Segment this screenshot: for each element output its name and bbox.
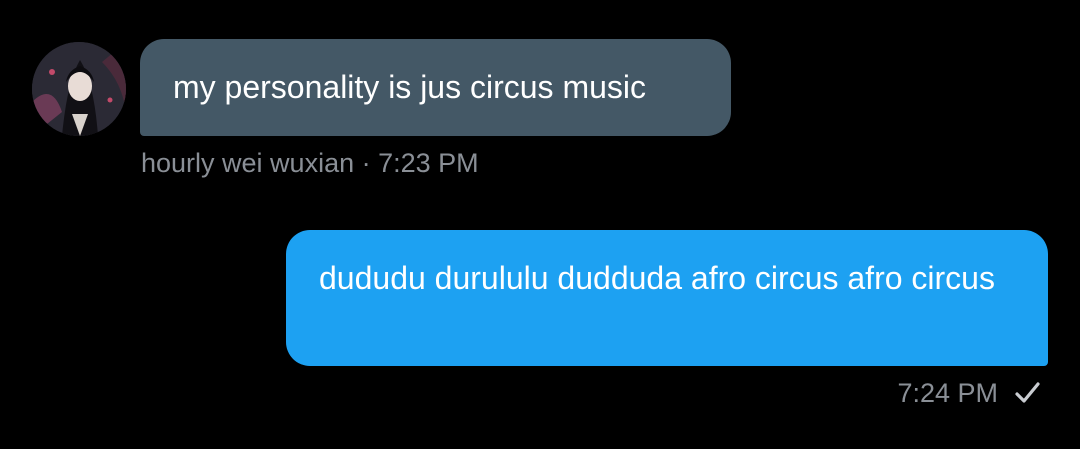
- outgoing-message-meta: 7:24 PM: [897, 376, 1042, 410]
- checkmark-icon: [1012, 378, 1042, 408]
- incoming-message-bubble[interactable]: my personality is jus circus music: [140, 39, 731, 136]
- incoming-message-text: my personality is jus circus music: [173, 69, 646, 105]
- avatar[interactable]: [32, 42, 126, 136]
- outgoing-timestamp: 7:24 PM: [897, 378, 998, 408]
- incoming-timestamp: 7:23 PM: [378, 148, 479, 178]
- avatar-image: [32, 42, 126, 136]
- outgoing-message-text: dududu durululu dudduda afro circus afro…: [319, 260, 995, 296]
- meta-separator: ·: [354, 148, 379, 178]
- sender-name: hourly wei wuxian: [141, 148, 355, 178]
- incoming-message-meta: hourly wei wuxian · 7:23 PM: [141, 146, 479, 180]
- outgoing-message-bubble[interactable]: dududu durululu dudduda afro circus afro…: [286, 230, 1048, 366]
